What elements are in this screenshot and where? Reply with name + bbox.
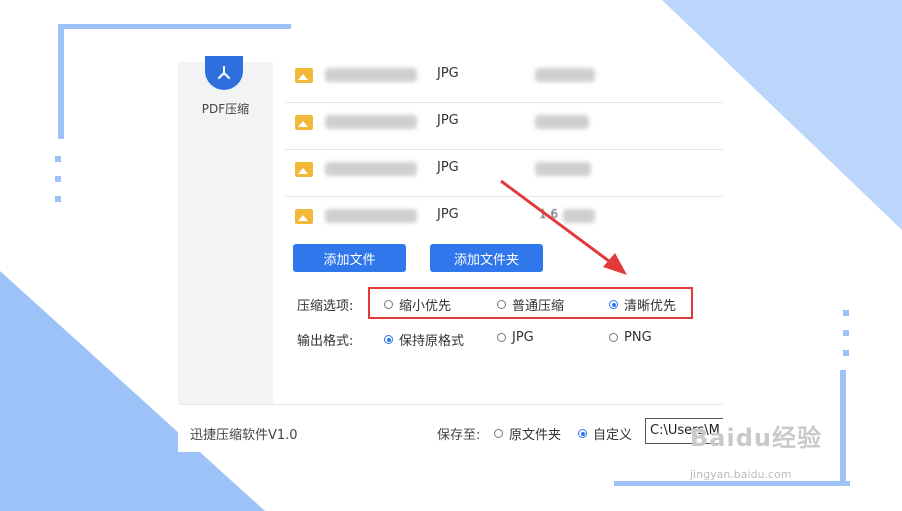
image-file-icon	[295, 209, 313, 224]
image-file-icon	[295, 162, 313, 177]
decor-bar	[840, 370, 846, 485]
app-version: 迅捷压缩软件V1.0	[190, 428, 298, 443]
decor-bar	[58, 24, 64, 139]
decor-bar	[614, 481, 850, 486]
radio-keep-format[interactable]: 保持原格式	[384, 330, 464, 349]
radio-original-folder[interactable]: 原文件夹	[494, 424, 561, 443]
file-format: JPG	[437, 66, 459, 81]
output-format-label: 输出格式:	[297, 334, 354, 349]
decor-bar	[58, 24, 291, 29]
table-row[interactable]: JPG	[285, 103, 723, 150]
footer-divider	[178, 404, 723, 405]
radio-label: 自定义	[593, 428, 633, 443]
file-size-blurred	[535, 115, 589, 129]
annotation-arrow	[500, 179, 627, 275]
radio-custom-folder[interactable]: 自定义	[578, 424, 632, 443]
compress-options-label: 压缩选项:	[297, 299, 354, 314]
radio-png[interactable]: PNG	[609, 330, 652, 345]
save-to-label: 保存至:	[437, 428, 481, 443]
file-name-blurred	[325, 115, 417, 129]
radio-label: PNG	[624, 330, 652, 345]
radio-label: 原文件夹	[509, 428, 562, 443]
radio-label: JPG	[512, 330, 534, 345]
watermark-logo: Baidu经验	[690, 424, 822, 452]
file-format: JPG	[437, 207, 459, 222]
radio-indicator	[609, 333, 618, 342]
file-name-blurred	[325, 162, 417, 176]
pdf-icon[interactable]	[205, 56, 243, 90]
radio-indicator	[497, 333, 506, 342]
radio-indicator	[494, 429, 503, 438]
add-file-button[interactable]: 添加文件	[293, 244, 406, 272]
radio-jpg[interactable]: JPG	[497, 330, 534, 345]
radio-indicator	[384, 335, 393, 344]
image-file-icon	[295, 68, 313, 83]
file-format: JPG	[437, 160, 459, 175]
watermark-url: jingyan.baidu.com	[690, 468, 792, 481]
sidebar-item-pdf-compress[interactable]: PDF压缩	[178, 100, 273, 117]
table-row[interactable]: JPG	[285, 62, 723, 103]
file-size-blurred	[535, 68, 595, 82]
sidebar: PDF压缩	[178, 56, 273, 404]
file-name-blurred	[325, 209, 417, 223]
radio-indicator	[578, 429, 587, 438]
file-name-blurred	[325, 68, 417, 82]
radio-label: 保持原格式	[399, 334, 465, 349]
file-format: JPG	[437, 113, 459, 128]
highlight-box	[368, 287, 693, 319]
file-size-blurred	[535, 162, 591, 176]
image-file-icon	[295, 115, 313, 130]
